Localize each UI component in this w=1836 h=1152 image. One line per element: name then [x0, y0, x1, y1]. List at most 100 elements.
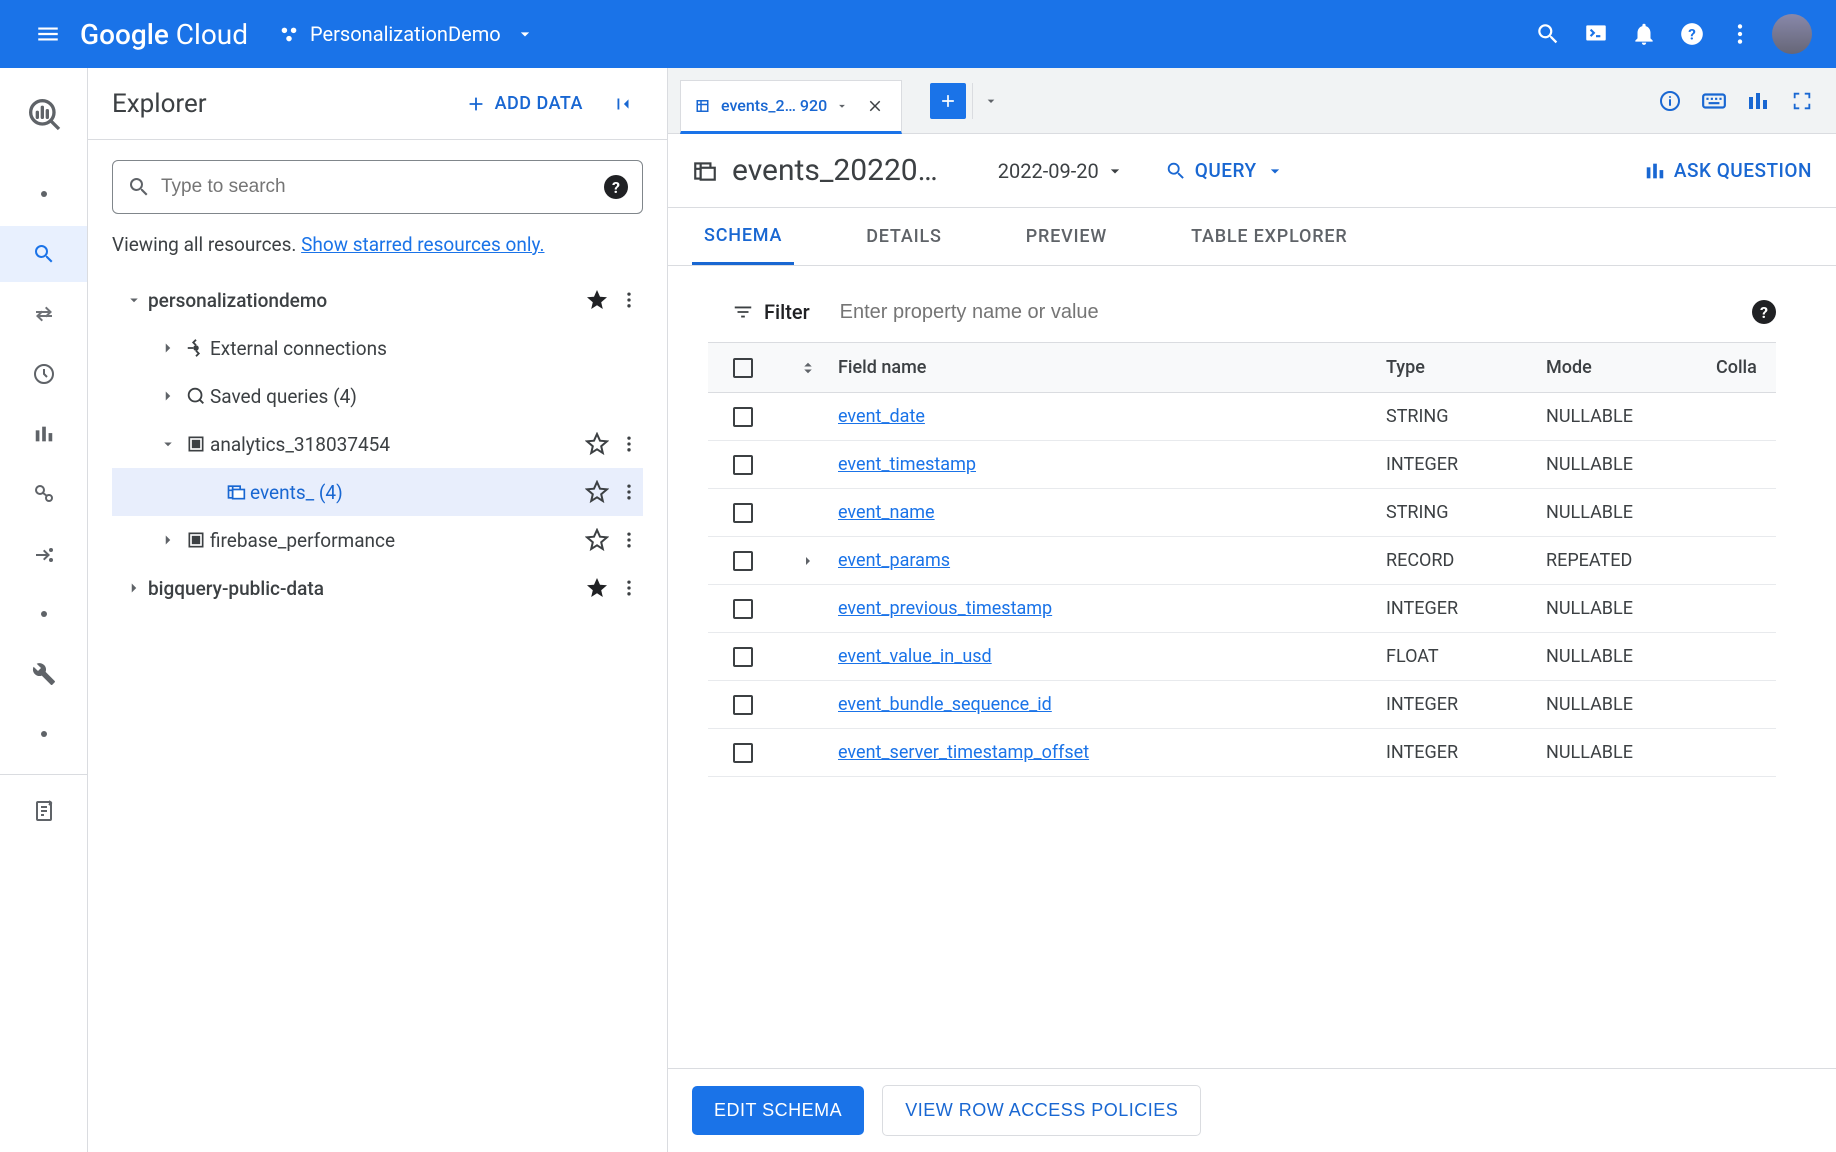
notifications-icon[interactable] — [1620, 10, 1668, 58]
more-icon[interactable] — [615, 482, 643, 502]
subtab-schema[interactable]: SCHEMA — [692, 208, 794, 265]
star-outline-icon[interactable] — [579, 528, 615, 552]
filter-input[interactable] — [840, 301, 1752, 324]
nav-dot-2[interactable] — [16, 586, 72, 642]
select-all-checkbox[interactable] — [733, 358, 753, 378]
chevron-right-icon[interactable] — [120, 579, 148, 597]
nav-dot-1[interactable] — [16, 166, 72, 222]
tree-project[interactable]: personalizationdemo — [112, 276, 643, 324]
nav-settings-icon[interactable] — [16, 646, 72, 702]
row-checkbox[interactable] — [733, 695, 753, 715]
star-filled-icon[interactable] — [579, 576, 615, 600]
field-mode: REPEATED — [1546, 550, 1716, 571]
schema-table: Field name Type Mode Colla event_dateSTR… — [708, 342, 1776, 1068]
project-selector[interactable]: PersonalizationDemo — [278, 22, 535, 46]
field-link[interactable]: event_value_in_usd — [838, 646, 992, 667]
history-icon[interactable] — [1736, 79, 1780, 123]
table-row: event_server_timestamp_offset INTEGERNULL… — [708, 729, 1776, 777]
field-link[interactable]: event_timestamp — [838, 454, 976, 475]
query-button[interactable]: QUERY — [1165, 159, 1285, 182]
row-checkbox[interactable] — [733, 599, 753, 619]
edit-schema-button[interactable]: EDIT SCHEMA — [692, 1086, 864, 1135]
more-icon[interactable] — [615, 290, 643, 310]
table-row: event_paramsRECORDREPEATED — [708, 537, 1776, 585]
cloud-shell-icon[interactable] — [1572, 10, 1620, 58]
nav-capacity-icon[interactable] — [16, 406, 72, 462]
row-checkbox[interactable] — [733, 743, 753, 763]
ask-question-button[interactable]: ASK QUESTION — [1644, 159, 1812, 182]
bigquery-icon[interactable] — [16, 86, 72, 142]
avatar[interactable] — [1772, 14, 1812, 54]
tree-dataset-analytics[interactable]: analytics_318037454 — [112, 420, 643, 468]
field-link[interactable]: event_server_timestamp_offset — [838, 742, 1089, 763]
nav-notes-icon[interactable] — [16, 783, 72, 839]
collapse-explorer-icon[interactable] — [603, 84, 643, 124]
subtab-table-explorer[interactable]: TABLE EXPLORER — [1179, 208, 1359, 265]
add-data-button[interactable]: ADD DATA — [465, 93, 583, 115]
field-mode: NULLABLE — [1546, 502, 1716, 523]
field-link[interactable]: event_params — [838, 550, 950, 571]
nav-search-icon[interactable] — [0, 226, 87, 282]
row-checkbox[interactable] — [733, 551, 753, 571]
tab-events[interactable]: events_2… 920 — [680, 80, 902, 134]
nav-scheduled-icon[interactable] — [16, 346, 72, 402]
help-icon[interactable]: ? — [1668, 10, 1716, 58]
subtab-preview[interactable]: PREVIEW — [1014, 208, 1119, 265]
field-mode: NULLABLE — [1546, 694, 1716, 715]
star-outline-icon[interactable] — [579, 432, 615, 456]
field-type: INTEGER — [1386, 742, 1546, 763]
tree-dataset-firebase[interactable]: firebase_performance — [112, 516, 643, 564]
chevron-right-icon[interactable] — [154, 339, 182, 357]
row-checkbox[interactable] — [733, 503, 753, 523]
more-icon[interactable] — [615, 578, 643, 598]
field-mode: NULLABLE — [1546, 742, 1716, 763]
nav-migration-icon[interactable] — [16, 526, 72, 582]
field-type: FLOAT — [1386, 646, 1546, 667]
close-tab-icon[interactable] — [863, 94, 887, 118]
tree-saved-queries[interactable]: Saved queries (4) — [112, 372, 643, 420]
chevron-right-icon[interactable] — [154, 531, 182, 549]
star-filled-icon[interactable] — [579, 288, 615, 312]
field-link[interactable]: event_bundle_sequence_id — [838, 694, 1052, 715]
more-icon[interactable] — [615, 530, 643, 550]
view-row-policies-button[interactable]: VIEW ROW ACCESS POLICIES — [882, 1085, 1201, 1136]
svg-text:?: ? — [1688, 25, 1696, 43]
tree-project-public[interactable]: bigquery-public-data — [112, 564, 643, 612]
tab-dropdown-icon[interactable] — [972, 83, 1008, 119]
tree-table-events[interactable]: events_ (4) — [112, 468, 643, 516]
keyboard-icon[interactable] — [1692, 79, 1736, 123]
info-icon[interactable] — [1648, 79, 1692, 123]
hamburger-menu-icon[interactable] — [24, 10, 72, 58]
nav-biengine-icon[interactable] — [16, 466, 72, 522]
search-icon[interactable] — [1524, 10, 1572, 58]
chevron-right-icon[interactable] — [154, 387, 182, 405]
explorer-search-input[interactable] — [161, 176, 604, 198]
filter-help-icon[interactable]: ? — [1752, 300, 1776, 324]
sort-icon[interactable] — [778, 359, 838, 377]
field-link[interactable]: event_previous_timestamp — [838, 598, 1052, 619]
subtab-details[interactable]: DETAILS — [854, 208, 954, 265]
field-link[interactable]: event_name — [838, 502, 935, 523]
tree-external-connections[interactable]: External connections — [112, 324, 643, 372]
nav-transfers-icon[interactable] — [16, 286, 72, 342]
google-cloud-logo[interactable]: Google Cloud — [80, 18, 248, 51]
chevron-down-icon[interactable] — [120, 291, 148, 309]
search-help-icon[interactable]: ? — [604, 175, 628, 199]
fullscreen-icon[interactable] — [1780, 79, 1824, 123]
table-row: event_nameSTRINGNULLABLE — [708, 489, 1776, 537]
date-selector[interactable]: 2022-09-20 — [998, 159, 1125, 183]
row-checkbox[interactable] — [733, 647, 753, 667]
explorer-search[interactable]: ? — [112, 160, 643, 214]
nav-dot-3[interactable] — [16, 706, 72, 762]
chevron-down-icon[interactable] — [154, 435, 182, 453]
star-outline-icon[interactable] — [579, 480, 615, 504]
expand-row-icon[interactable] — [778, 553, 838, 569]
more-icon[interactable] — [615, 434, 643, 454]
field-link[interactable]: event_date — [838, 406, 925, 427]
row-checkbox[interactable] — [733, 455, 753, 475]
table-partitioned-icon — [222, 482, 250, 502]
show-starred-link[interactable]: Show starred resources only. — [301, 233, 544, 256]
row-checkbox[interactable] — [733, 407, 753, 427]
more-icon[interactable] — [1716, 10, 1764, 58]
new-tab-button[interactable] — [930, 83, 966, 119]
